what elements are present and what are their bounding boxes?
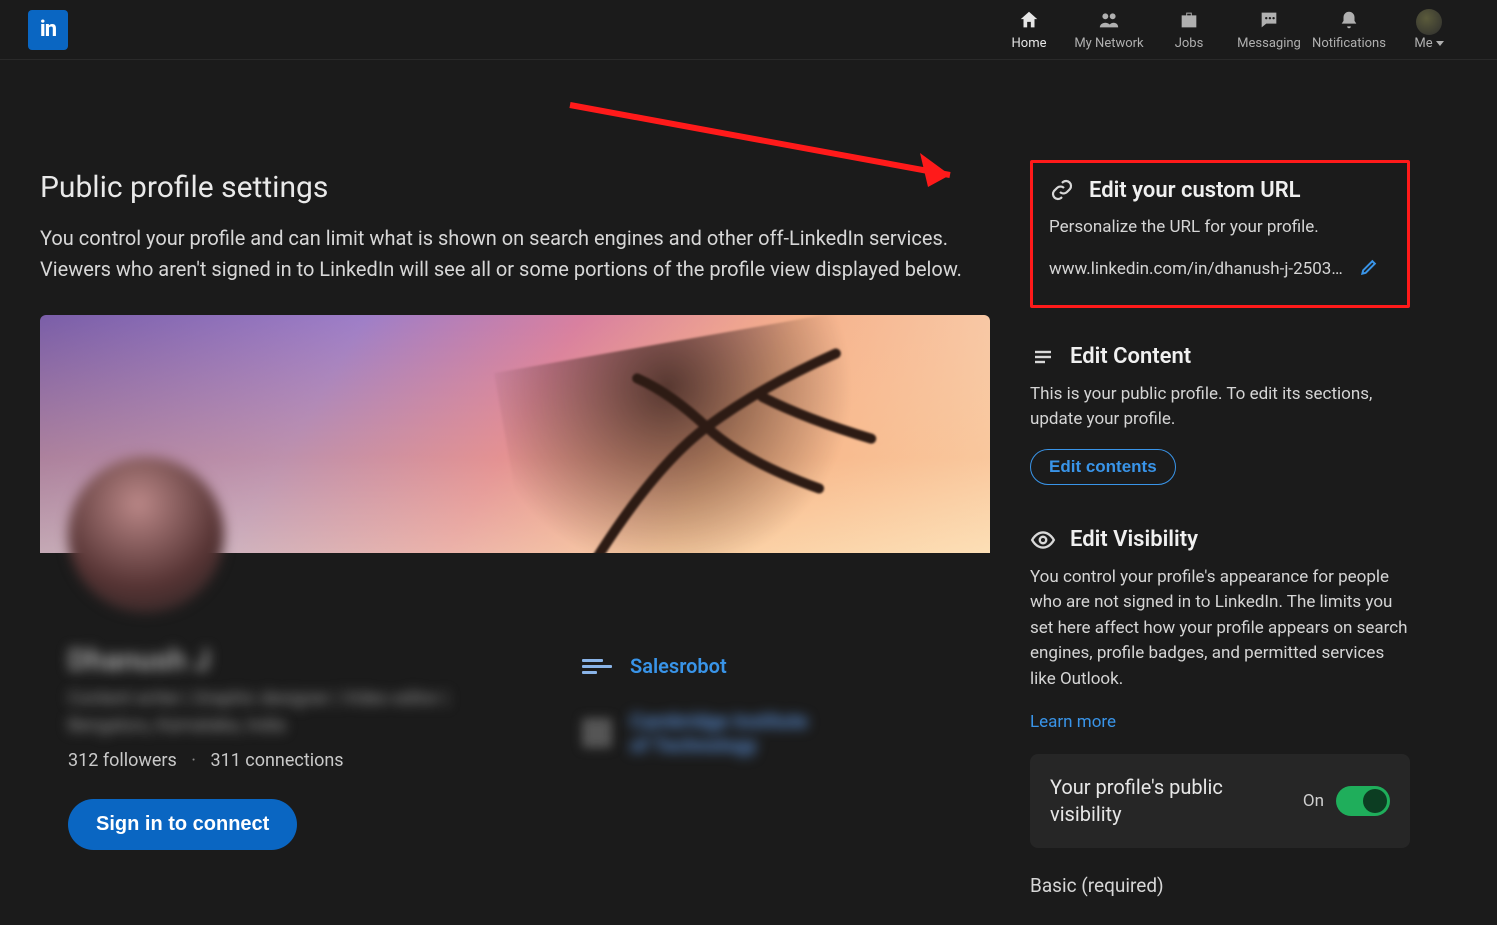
followers-count: 312 followers — [68, 750, 177, 771]
chevron-down-icon — [1436, 41, 1444, 46]
company-logo-icon — [582, 651, 612, 681]
company-name: Salesrobot — [630, 654, 727, 678]
linkedin-logo[interactable]: in — [28, 10, 68, 50]
card-title: Edit your custom URL — [1089, 178, 1301, 203]
bell-icon — [1338, 9, 1360, 34]
edit-content-card: Edit Content This is your public profile… — [1030, 330, 1410, 513]
visibility-toggle-box: Your profile's public visibility On — [1030, 754, 1410, 848]
profile-name: Dhanush J — [68, 643, 582, 678]
profile-stats: 312 followers · 311 connections — [68, 750, 582, 771]
nav-label: Notifications — [1312, 36, 1386, 51]
nav-label: Home — [1012, 36, 1047, 51]
profile-url-text: www.linkedin.com/in/dhanush-j-2503a… — [1049, 259, 1349, 279]
nav-jobs[interactable]: Jobs — [1149, 2, 1229, 58]
main-column: Public profile settings You control your… — [40, 60, 990, 925]
nav-messaging[interactable]: Messaging — [1229, 2, 1309, 58]
card-title: Edit Content — [1070, 344, 1191, 369]
nav-me[interactable]: Me — [1389, 2, 1469, 58]
nav-home[interactable]: Home — [989, 2, 1069, 58]
page-title: Public profile settings — [40, 170, 990, 205]
sign-in-to-connect-button[interactable]: Sign in to connect — [68, 799, 297, 850]
people-icon — [1098, 9, 1120, 34]
profile-headline: Content writer | Graphic designer | Vide… — [68, 688, 498, 709]
nav-label: Jobs — [1175, 36, 1204, 51]
page-description: You control your profile and can limit w… — [40, 223, 990, 285]
nav-label: Messaging — [1237, 36, 1301, 51]
school-logo-icon — [582, 718, 612, 748]
right-sidebar: Edit your custom URL Personalize the URL… — [1030, 60, 1410, 925]
nav-label: My Network — [1074, 36, 1143, 51]
nav-me-label: Me — [1414, 36, 1432, 51]
nav-network[interactable]: My Network — [1069, 2, 1149, 58]
company-item[interactable]: Salesrobot — [582, 651, 962, 681]
link-icon — [1049, 177, 1075, 203]
toggle-state-text: On — [1303, 791, 1324, 811]
profile-location: Bengaluru, Karnataka, India — [68, 715, 582, 736]
connections-count: 311 connections — [210, 750, 343, 771]
home-icon — [1018, 9, 1040, 34]
visibility-toggle-label: Your profile's public visibility — [1050, 774, 1270, 828]
basic-required-label: Basic (required) — [1030, 874, 1410, 897]
nav-notifications[interactable]: Notifications — [1309, 2, 1389, 58]
card-description: Personalize the URL for your profile. — [1049, 215, 1391, 241]
school-name: Cambridge Institute of Technology — [630, 709, 830, 757]
edit-custom-url-card: Edit your custom URL Personalize the URL… — [1030, 160, 1410, 308]
visibility-toggle[interactable] — [1336, 786, 1390, 816]
card-description: You control your profile's appearance fo… — [1030, 565, 1410, 693]
top-nav: in Home My Network Jobs Messaging — [0, 0, 1497, 60]
edit-contents-button[interactable]: Edit contents — [1030, 449, 1176, 485]
card-title: Edit Visibility — [1070, 527, 1198, 552]
education-item[interactable]: Cambridge Institute of Technology — [582, 709, 962, 757]
card-description: This is your public profile. To edit its… — [1030, 382, 1410, 433]
profile-avatar[interactable] — [68, 457, 224, 613]
learn-more-link[interactable]: Learn more — [1030, 712, 1116, 732]
pencil-icon[interactable] — [1359, 257, 1379, 281]
eye-icon — [1030, 527, 1056, 553]
chat-icon — [1258, 9, 1280, 34]
avatar-icon — [1416, 9, 1442, 35]
edit-visibility-card: Edit Visibility You control your profile… — [1030, 513, 1410, 925]
briefcase-icon — [1178, 9, 1200, 34]
list-icon — [1030, 344, 1056, 370]
